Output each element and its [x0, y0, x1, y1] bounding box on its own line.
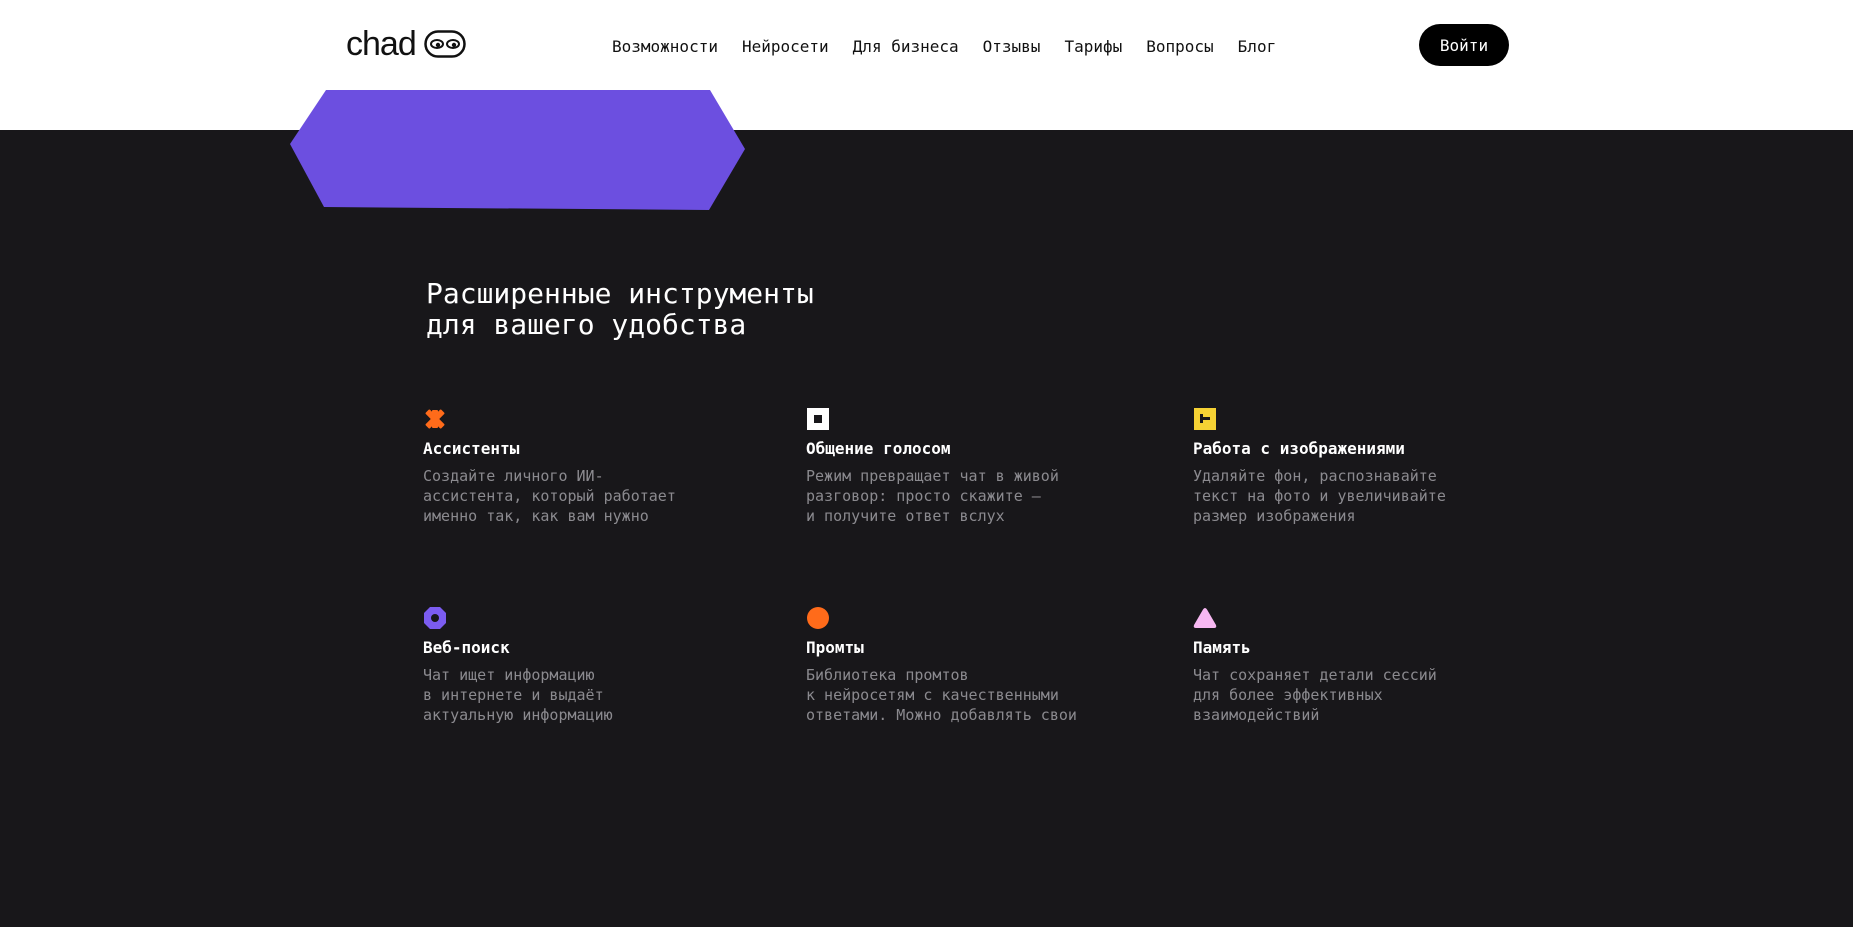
feature-web-search: Веб-поиск Чат ищет информацию в интернет… [423, 606, 723, 725]
feature-desc-line: ассистента, который работает [423, 487, 676, 505]
section-title: Расширенные инструменты для вашего удобс… [426, 278, 814, 340]
feature-memory: Память Чат сохраняет детали сессий для б… [1193, 606, 1493, 725]
feature-description: Режим превращает чат в живой разговор: п… [806, 466, 1106, 526]
nav-item-reviews[interactable]: Отзывы [983, 37, 1041, 56]
feature-desc-line: Создайте личного ИИ- [423, 467, 604, 485]
feature-description: Чат ищет информацию в интернете и выдаёт… [423, 665, 723, 725]
feature-desc-line: Библиотека промтов [806, 666, 969, 684]
feature-desc-line: к нейросетям с качественными [806, 686, 1059, 704]
feature-desc-line: в интернете и выдаёт [423, 686, 604, 704]
login-button[interactable]: Войти [1419, 24, 1509, 66]
feature-desc-line: ответами. Можно добавлять свои [806, 706, 1077, 724]
feature-desc-line: Чат ищет информацию [423, 666, 595, 684]
feature-description: Библиотека промтов к нейросетям с качест… [806, 665, 1106, 725]
circle-icon [807, 607, 829, 629]
feature-description: Удаляйте фон, распознавайте текст на фот… [1193, 466, 1493, 526]
triangle-icon [1193, 608, 1217, 628]
feature-desc-line: взаимодействий [1193, 706, 1320, 724]
feature-title: Общение голосом [806, 439, 951, 458]
feature-desc-line: и получите ответ вслух [806, 507, 1005, 525]
image-tool-icon [1194, 408, 1216, 430]
eyes-icon [423, 30, 466, 58]
logo-text: chad [346, 25, 417, 63]
feature-desc-line: Чат сохраняет детали сессий [1193, 666, 1437, 684]
feature-images: Работа с изображениями Удаляйте фон, рас… [1193, 407, 1493, 526]
nav-item-business[interactable]: Для бизнеса [853, 37, 959, 56]
logo[interactable]: chad [346, 24, 466, 64]
feature-desc-line: разговор: просто скажите — [806, 487, 1041, 505]
feature-desc-line: для более эффективных [1193, 686, 1383, 704]
nav-item-faq[interactable]: Вопросы [1146, 37, 1213, 56]
feature-description: Создайте личного ИИ- ассистента, который… [423, 466, 723, 526]
nav-item-models[interactable]: Нейросети [742, 37, 829, 56]
feature-title: Память [1193, 638, 1251, 657]
feature-description: Чат сохраняет детали сессий для более эф… [1193, 665, 1493, 725]
feature-assistants: Ассистенты Создайте личного ИИ- ассистен… [423, 407, 723, 526]
feature-title: Промты [806, 638, 864, 657]
octagon-ring-icon [424, 607, 446, 629]
main-nav: Возможности Нейросети Для бизнеса Отзывы… [612, 34, 1276, 58]
feature-desc-line: именно так, как вам нужно [423, 507, 649, 525]
hero-decorative-shape [290, 90, 745, 210]
nav-item-blog[interactable]: Блог [1238, 37, 1277, 56]
nav-item-features[interactable]: Возможности [612, 37, 718, 56]
feature-desc-line: текст на фото и увеличивайте [1193, 487, 1446, 505]
feature-desc-line: размер изображения [1193, 507, 1356, 525]
section-title-line-1: Расширенные инструменты [426, 277, 814, 310]
site-header: chad Возможности Нейросети Для бизнеса О… [0, 0, 1853, 130]
square-frame-icon [807, 408, 829, 430]
asterisk-icon [425, 409, 445, 429]
feature-title: Работа с изображениями [1193, 439, 1405, 458]
section-title-line-2: для вашего удобства [426, 308, 747, 341]
feature-voice: Общение голосом Режим превращает чат в ж… [806, 407, 1106, 526]
nav-item-pricing[interactable]: Тарифы [1064, 37, 1122, 56]
feature-desc-line: актуальную информацию [423, 706, 613, 724]
feature-desc-line: Удаляйте фон, распознавайте [1193, 467, 1437, 485]
feature-title: Веб-поиск [423, 638, 510, 657]
feature-prompts: Промты Библиотека промтов к нейросетям с… [806, 606, 1106, 725]
feature-desc-line: Режим превращает чат в живой [806, 467, 1059, 485]
feature-title: Ассистенты [423, 439, 520, 458]
